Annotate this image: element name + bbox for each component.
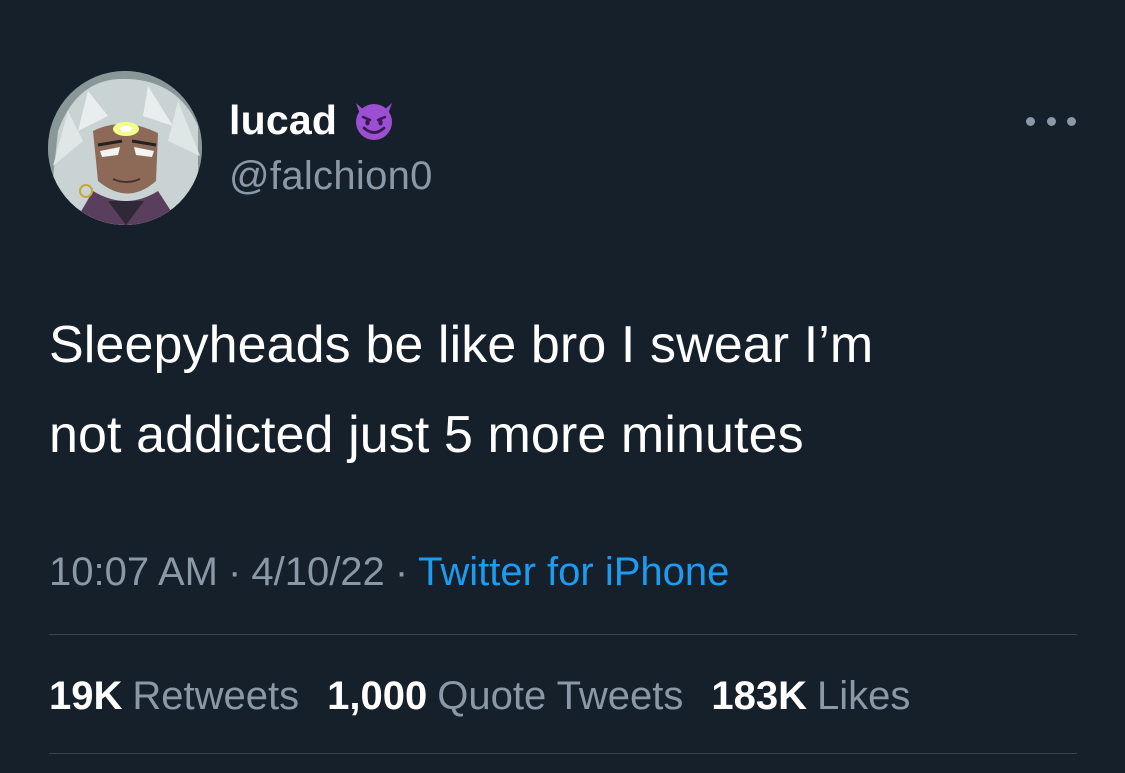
meta-separator: · [394,550,409,594]
retweets-label: Retweets [132,674,300,718]
tweet-text: Sleepyheads be like bro I swear I’m not … [49,300,1089,480]
likes-count: 183K [711,674,807,718]
tweet-metadata: 10:07 AM · 4/10/22 · Twitter for iPhone [49,546,729,598]
meta-separator: · [228,550,242,594]
tweet-date[interactable]: 4/10/22 [251,550,384,594]
tweet-text-line-1: Sleepyheads be like bro I swear I’m [49,316,874,374]
engagement-stats: 19K Retweets 1,000 Quote Tweets 183K Likes [49,670,938,722]
more-dot-icon [1026,116,1035,126]
tweet-card: lucad @falchion0 Sleepyheads be like bro… [0,0,1125,773]
smiling-devil-emoji-icon [351,97,397,143]
quote-tweets-count: 1,000 [327,674,428,718]
retweets-count: 19K [49,674,123,718]
user-name-row: lucad [229,96,397,144]
tweet-text-line-2: not addicted just 5 more minutes [49,406,804,464]
quote-tweets-label: Quote Tweets [437,674,684,718]
more-dot-icon [1067,116,1076,126]
user-avatar[interactable] [48,71,202,225]
more-dot-icon [1046,116,1056,126]
quote-tweets-stat[interactable]: 1,000 Quote Tweets [327,670,683,722]
more-options-button[interactable] [1026,106,1076,136]
user-handle[interactable]: @falchion0 [229,154,433,199]
display-name[interactable]: lucad [229,97,337,144]
tweet-time[interactable]: 10:07 AM [49,550,218,594]
likes-stat[interactable]: 183K Likes [711,670,910,722]
tweet-source-link[interactable]: Twitter for iPhone [418,550,729,594]
avatar-image [48,71,202,225]
divider [49,753,1077,754]
likes-label: Likes [816,674,911,718]
retweets-stat[interactable]: 19K Retweets [49,670,299,722]
divider [49,634,1077,635]
